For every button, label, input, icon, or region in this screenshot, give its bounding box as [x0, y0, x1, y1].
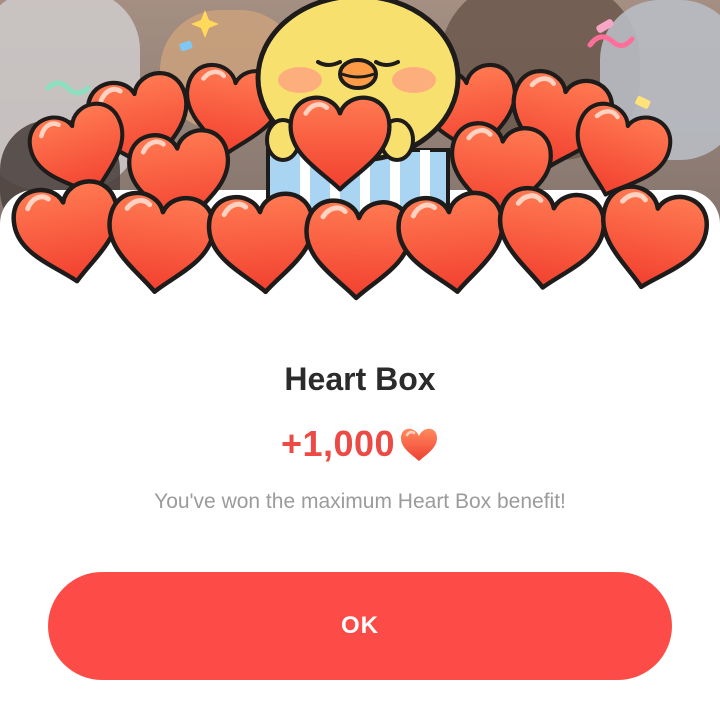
heart-box-dialog: Heart Box +1,000 You've won the maximum … [0, 0, 720, 720]
reward-row: +1,000 [0, 420, 720, 468]
heart-box-illustration [0, 0, 720, 320]
dialog-message: You've won the maximum Heart Box benefit… [154, 490, 566, 513]
dialog-title: Heart Box [284, 361, 436, 397]
reward-amount: +1,000 [280, 423, 396, 464]
heart-icon [399, 426, 439, 462]
ok-button[interactable]: OK [48, 572, 672, 680]
